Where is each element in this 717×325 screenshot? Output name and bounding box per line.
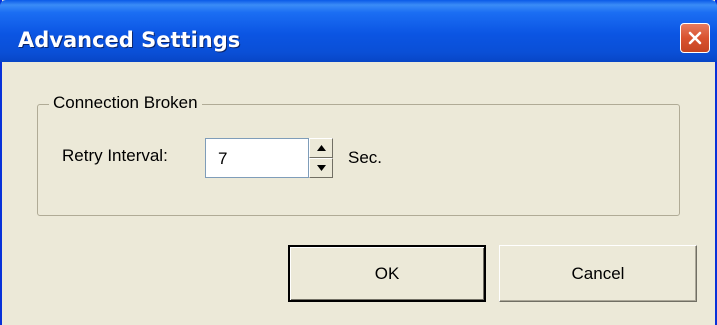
close-button[interactable]: [680, 23, 710, 53]
seconds-unit-label: Sec.: [348, 148, 383, 167]
window-title: Advanced Settings: [18, 28, 241, 52]
ok-button[interactable]: OK: [288, 245, 486, 302]
title-bar[interactable]: Advanced Settings: [0, 0, 717, 62]
advanced-settings-dialog: Advanced Settings Connection Broken Retr…: [0, 0, 717, 325]
arrow-up-icon: [316, 145, 326, 151]
spin-down-button[interactable]: [309, 158, 333, 178]
group-title: Connection Broken: [49, 93, 202, 113]
cancel-button[interactable]: Cancel: [499, 245, 697, 302]
spin-up-button[interactable]: [309, 138, 333, 158]
retry-interval-label: Retry Interval:: [62, 146, 168, 165]
retry-interval-input[interactable]: [205, 138, 309, 178]
close-icon: [688, 31, 702, 45]
arrow-down-icon: [316, 165, 326, 171]
retry-interval-spinner: [309, 138, 333, 178]
